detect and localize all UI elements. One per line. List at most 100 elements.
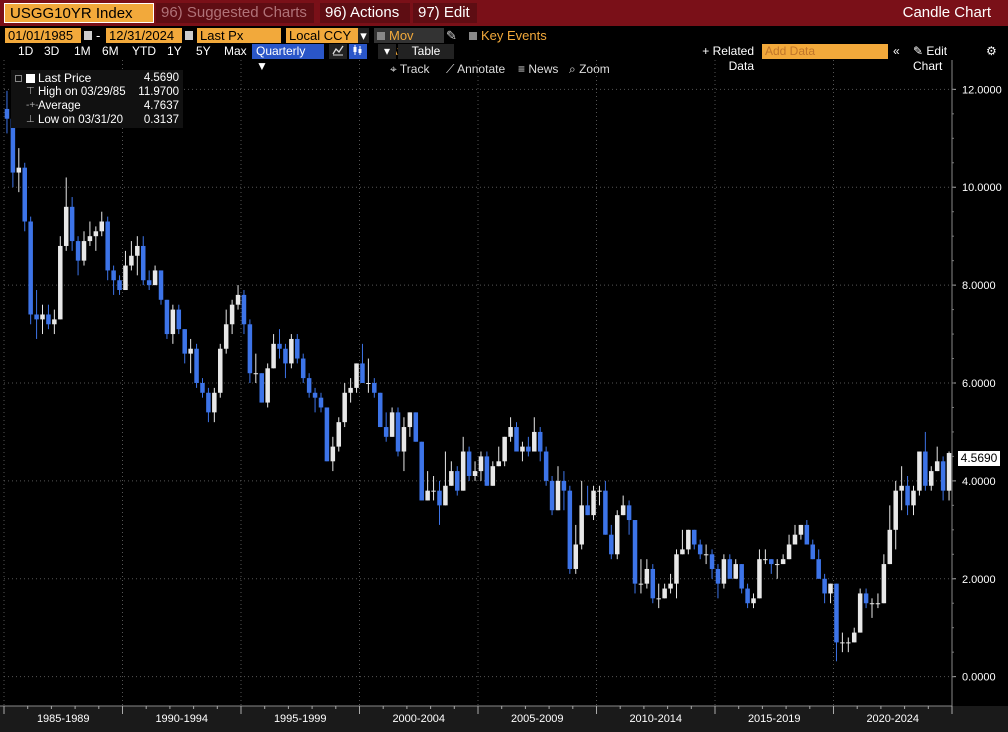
legend-average: -+- Average 4.7637 (26, 100, 179, 112)
candle-body (354, 363, 359, 388)
candle-body (603, 490, 608, 535)
candle-body (360, 363, 365, 383)
candle-body (289, 338, 294, 364)
collapse-toggle-icon[interactable] (15, 75, 22, 82)
candle-body (437, 490, 442, 506)
candle-body (591, 490, 596, 516)
candle-body (609, 534, 614, 555)
y-tick-label: 8.0000 (962, 280, 996, 292)
candle-body (763, 559, 768, 561)
candle-body (229, 304, 235, 325)
candle-body (834, 583, 839, 643)
candle-body (514, 427, 519, 452)
candle-body (620, 505, 626, 516)
x-tick-label: 1990-1994 (155, 713, 208, 725)
y-tick-label: 6.0000 (962, 378, 996, 390)
candle-body (715, 568, 721, 584)
candle-body (306, 378, 312, 393)
candle-body (929, 471, 934, 486)
candle-body (330, 446, 336, 462)
candle-body (135, 245, 140, 256)
candle-body (212, 392, 217, 413)
candle-body (484, 456, 490, 486)
candle-body (466, 451, 472, 476)
last-price-tag: 4.5690 (958, 451, 1000, 466)
x-tick-label: 2000-2004 (392, 713, 445, 725)
candle-body (377, 392, 383, 428)
candle-body (188, 348, 193, 354)
candle-body (4, 108, 10, 119)
candle-body (662, 588, 667, 599)
candle-body (117, 280, 122, 291)
candle-body (632, 520, 638, 584)
candle-body (419, 441, 424, 501)
candle-body (828, 583, 833, 594)
legend-high: ⊤ High on 03/29/85 11.9700 (26, 86, 179, 98)
x-tick-label: 2010-2014 (629, 713, 682, 725)
low-marker-icon: ⊥ (26, 114, 35, 125)
candle-body (774, 564, 780, 566)
candle-body (769, 559, 774, 565)
candle-body (176, 309, 182, 330)
axes: 0.0000 2.0000 4.0000 6.0000 8.0000 10.0000 12.… (0, 60, 1008, 732)
candle-body (28, 221, 33, 315)
candle-body (810, 544, 816, 560)
candle-body (372, 383, 377, 393)
candle-body (283, 348, 288, 364)
candle-body (757, 559, 762, 599)
candle-body (911, 490, 916, 506)
candle-body (549, 480, 555, 511)
candle-body (555, 480, 561, 511)
candle-body (194, 348, 199, 383)
candle-body (81, 241, 87, 261)
candle-body (644, 568, 650, 584)
candle-body (692, 529, 697, 545)
candle-body (472, 471, 478, 476)
candle-body (532, 431, 537, 452)
candle-body (680, 549, 685, 555)
legend-last-price[interactable]: Last Price 4.5690 (11, 71, 183, 85)
candle-body (455, 471, 460, 491)
candle-body (857, 593, 863, 633)
candle-body (614, 515, 620, 555)
candle-body (336, 422, 342, 447)
candle-body (146, 280, 152, 286)
candle-body (573, 544, 579, 569)
candle-body (129, 255, 134, 266)
candle-body (52, 319, 57, 325)
candle-body (324, 407, 330, 462)
candle-body (164, 299, 170, 335)
candle-body (739, 564, 744, 589)
candle-body (395, 412, 401, 452)
candle-body (875, 603, 881, 605)
candle-body (840, 642, 845, 644)
candle-body (851, 632, 857, 643)
candle-body (383, 427, 389, 437)
candle-body (697, 544, 703, 555)
candle-body (597, 490, 602, 492)
candle-body (140, 245, 146, 281)
candle-body (93, 231, 99, 237)
candle-body (686, 529, 691, 550)
candle-body (63, 206, 69, 246)
candle-body (721, 559, 727, 584)
candle-body (318, 397, 324, 408)
average-marker-icon: -+- (26, 100, 39, 111)
candle-body (709, 554, 715, 569)
y-tick-label: 4.0000 (962, 476, 996, 488)
candle-body (899, 485, 904, 491)
candle-body (543, 451, 549, 481)
candle-body (508, 427, 513, 437)
candle-body (520, 446, 525, 452)
x-tick-label: 2005-2009 (511, 713, 564, 725)
y-tick-label: 2.0000 (962, 574, 996, 586)
candle-body (218, 348, 223, 393)
candle-body (407, 412, 413, 428)
candle-body (348, 387, 353, 393)
x-tick-label: 2020-2024 (866, 713, 919, 725)
candle-body (443, 485, 448, 506)
candle-body (34, 314, 39, 320)
candle-body (490, 466, 496, 486)
candle-body (751, 598, 756, 604)
candle-body (247, 324, 253, 374)
